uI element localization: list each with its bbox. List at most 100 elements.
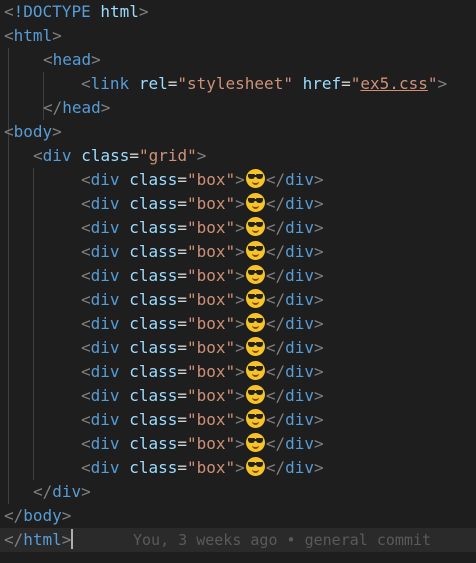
code-token: class [129, 386, 178, 405]
code-token: class [129, 362, 178, 381]
code-line[interactable]: <div class="box"> </div> [0, 216, 476, 240]
code-token: div [90, 314, 120, 333]
code-line-content: <div class="box"> </div> [81, 216, 324, 240]
code-line[interactable]: <div class="grid"> [0, 144, 476, 168]
code-token: > [52, 26, 62, 45]
code-editor[interactable]: <!DOCTYPE html> <html> <head> <link rel="st… [0, 0, 476, 563]
code-token: div [285, 194, 314, 213]
code-token: div [90, 194, 120, 213]
code-line[interactable]: <head> [0, 48, 476, 72]
code-token: > [235, 170, 245, 189]
code-token: head [62, 98, 101, 117]
code-token: = [177, 386, 187, 405]
code-line[interactable]: <div class="box"> </div> [0, 264, 476, 288]
text-cursor [71, 529, 74, 549]
code-line-content: <body> [4, 120, 62, 144]
code-token: > [313, 290, 324, 309]
code-token: = [177, 410, 187, 429]
code-line[interactable]: <html> [0, 24, 476, 48]
code-token: > [313, 314, 324, 333]
smiling-face-with-sunglasses-icon [245, 337, 265, 356]
code-line[interactable]: <div class="box"> </div> [0, 432, 476, 456]
code-line[interactable]: <div class="box"> </div> [0, 312, 476, 336]
code-token: class [129, 410, 178, 429]
code-line[interactable]: <body> [0, 120, 476, 144]
code-line[interactable]: </body> [0, 504, 476, 528]
code-token: "box" [187, 458, 236, 477]
code-line[interactable]: <div class="box"> </div> [0, 360, 476, 384]
code-token: div [52, 482, 82, 501]
code-token: "box" [187, 218, 236, 237]
smiling-face-with-sunglasses-icon [245, 265, 265, 284]
code-line[interactable]: </head> [0, 96, 476, 120]
code-line-content: <div class="box"> </div> [81, 360, 324, 384]
code-token: div [285, 458, 314, 477]
code-line-content: <div class="box"> </div> [81, 288, 324, 312]
code-token: > [313, 362, 324, 381]
code-token: div [285, 410, 314, 429]
code-line[interactable]: <div class="box"> </div> [0, 336, 476, 360]
code-line-content: <head> [43, 48, 101, 72]
code-token: html [23, 530, 62, 549]
smiling-face-with-sunglasses-icon [245, 409, 265, 428]
code-line[interactable]: <div class="box"> </div> [0, 384, 476, 408]
code-token: class [129, 290, 178, 309]
smiling-face-with-sunglasses-icon [245, 217, 265, 236]
code-token: = [177, 194, 187, 213]
code-token: </ [265, 410, 286, 429]
code-line[interactable]: </html> You, 3 weeks ago • general commit [0, 528, 476, 552]
code-token: "box" [187, 338, 236, 357]
code-token: < [81, 386, 91, 405]
smiling-face-with-sunglasses-icon [245, 433, 265, 452]
code-line[interactable]: <div class="box"> </div> [0, 408, 476, 432]
code-token: div [90, 362, 120, 381]
code-token: > [313, 170, 324, 189]
code-token: > [235, 458, 245, 477]
code-token: > [91, 50, 101, 69]
code-line[interactable]: <!DOCTYPE html> [0, 0, 476, 24]
code-line-content: <div class="box"> </div> [81, 240, 324, 264]
code-line[interactable]: <div class="box"> </div> [0, 192, 476, 216]
code-token: div [90, 218, 120, 237]
code-line[interactable]: <div class="box"> </div> [0, 240, 476, 264]
code-token: </ [265, 362, 286, 381]
code-token: html [13, 26, 53, 45]
code-token: html [100, 2, 139, 21]
code-token: > [235, 266, 245, 285]
code-token: > [235, 410, 245, 429]
code-token: </ [265, 458, 286, 477]
code-line[interactable]: <div class="box"> </div> [0, 456, 476, 480]
smiling-face-with-sunglasses-icon [245, 193, 265, 212]
code-line[interactable]: <link rel="stylesheet" href="ex5.css"> [0, 72, 476, 96]
code-token: </ [265, 386, 286, 405]
code-token: < [33, 146, 43, 165]
code-token: </ [265, 338, 286, 357]
code-line-content: <link rel="stylesheet" href="ex5.css"> [81, 72, 447, 96]
code-line[interactable]: <div class="box"> </div> [0, 288, 476, 312]
code-token: > [313, 458, 324, 477]
code-token: = [177, 434, 187, 453]
code-token: > [313, 386, 324, 405]
code-token: > [313, 338, 324, 357]
code-token: > [100, 98, 111, 117]
code-token: < [81, 290, 91, 309]
code-token: class [129, 218, 178, 237]
code-token: > [235, 338, 245, 357]
code-token: div [42, 146, 72, 165]
code-token: </ [4, 506, 24, 525]
code-token: < [81, 362, 91, 381]
code-line[interactable]: <div class="box"> </div> [0, 168, 476, 192]
code-token: > [235, 194, 245, 213]
code-line[interactable]: </div> [0, 480, 476, 504]
code-token: class [129, 242, 178, 261]
code-token: rel [138, 74, 168, 93]
code-token: div [285, 266, 314, 285]
